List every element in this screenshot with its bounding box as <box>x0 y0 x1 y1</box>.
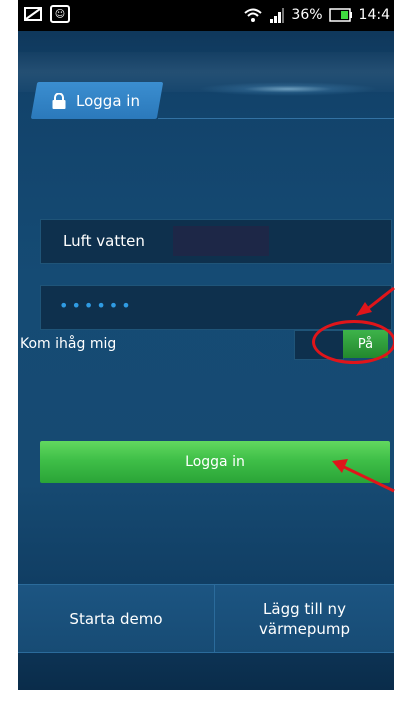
add-button-line1: Lägg till ny <box>263 599 346 618</box>
username-field[interactable]: Luft vatten <box>40 219 392 264</box>
annotation-circle <box>312 320 394 364</box>
bottom-button-bar: Starta demo Lägg till ny värmepump <box>18 584 394 653</box>
tab-underline <box>158 118 394 119</box>
wifi-icon <box>244 8 263 22</box>
phone-screen: ☺ 36% 14:4 Logga in Luft vatten •••••• K… <box>18 0 394 690</box>
sim-card-icon <box>24 7 42 21</box>
lock-icon <box>52 92 66 109</box>
annotation-arrow-password <box>356 286 395 316</box>
add-button-line2: värmepump <box>259 619 350 638</box>
username-value: Luft vatten <box>63 232 145 250</box>
add-heat-pump-button[interactable]: Lägg till ny värmepump <box>215 585 394 652</box>
battery-percent: 36% <box>291 7 323 23</box>
start-demo-button[interactable]: Starta demo <box>18 585 214 652</box>
redacted-block <box>173 226 269 256</box>
login-tab: Logga in <box>52 82 140 119</box>
annotation-arrow-login <box>332 459 395 493</box>
password-value: •••••• <box>59 296 134 315</box>
login-tab-label: Logga in <box>76 91 140 110</box>
signal-icon <box>270 8 285 23</box>
smiley-notification-icon: ☺ <box>50 5 70 23</box>
status-bar: ☺ 36% 14:4 <box>18 0 394 31</box>
clock: 14:4 <box>358 7 390 23</box>
remember-me-label: Kom ihåg mig <box>20 336 117 352</box>
header-glow <box>198 82 378 96</box>
battery-icon <box>328 8 352 22</box>
